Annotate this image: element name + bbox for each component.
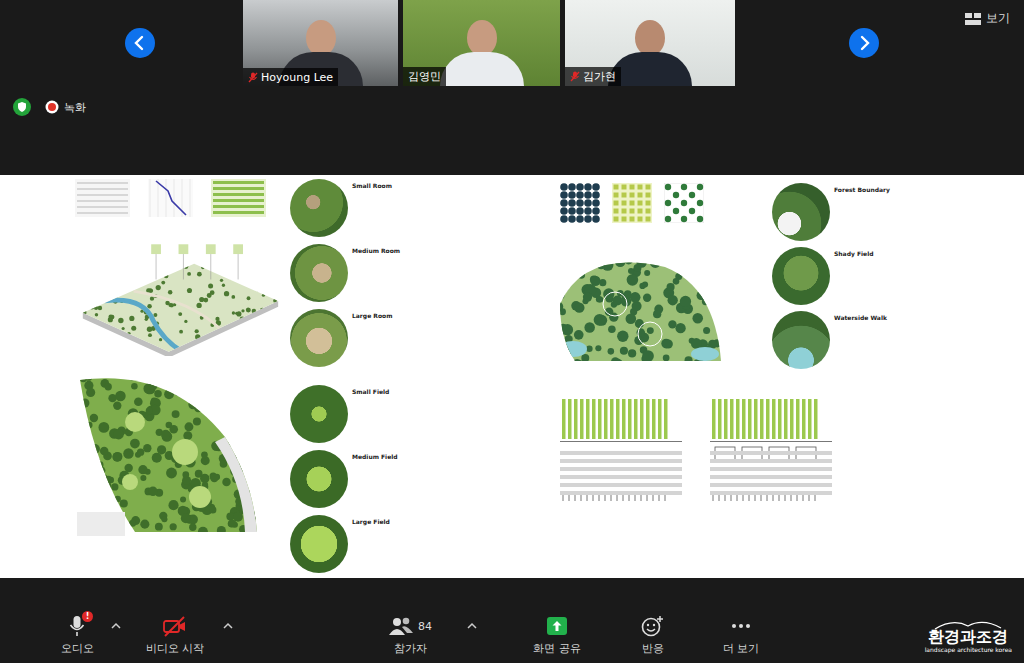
planting-pattern xyxy=(211,179,266,217)
grid-diagram xyxy=(75,179,130,217)
meeting-toolbar: !오디오 비디오 시작 84참가자 화면 공유 반응 더 보기 환경과조경landscape… xyxy=(0,578,1024,663)
reactions-button[interactable]: 반응 xyxy=(623,615,683,656)
forest-plan-drawing xyxy=(75,372,265,542)
participant-name-tag: Hoyoung Lee xyxy=(243,68,338,86)
detail-callout: Shady Field xyxy=(772,247,880,307)
more-button[interactable]: 더 보기 xyxy=(711,615,771,656)
design-board: Forest BoundaryShady FieldWaterside Walk xyxy=(555,179,880,578)
detail-vignette xyxy=(290,385,348,443)
axonometric-site-model xyxy=(75,241,285,356)
detail-callout: Medium Room xyxy=(290,244,400,304)
detail-vignette xyxy=(772,311,830,369)
detail-callout: Medium Field xyxy=(290,450,400,510)
logic-chart xyxy=(148,179,193,217)
detail-vignette xyxy=(290,244,348,302)
record-dot-icon xyxy=(45,100,59,114)
participant-video[interactable]: 김영민 xyxy=(403,0,560,86)
detail-callout: Large Room xyxy=(290,309,400,369)
planting-type-diagram xyxy=(560,183,600,223)
detail-callout: Large Field xyxy=(290,515,400,575)
muted-mic-icon xyxy=(248,72,258,83)
chevron-right-icon xyxy=(849,28,879,58)
participant-name-tag: 김가현 xyxy=(565,67,621,86)
more-dots-icon xyxy=(730,615,752,637)
detail-vignette xyxy=(290,515,348,573)
participant-strip: Hoyoung Lee 김영민 김가현녹화 보기 xyxy=(0,0,1024,175)
video-button[interactable]: 비디오 시작 xyxy=(135,615,215,656)
smiley-add-icon xyxy=(641,615,665,637)
participant-count: 84 xyxy=(418,620,432,633)
previous-page-button[interactable] xyxy=(125,28,155,58)
detail-vignette xyxy=(772,247,830,305)
planting-type-diagram xyxy=(612,183,652,223)
detail-vignette xyxy=(290,309,348,367)
video-camera-off-icon xyxy=(162,615,188,637)
options-caret-button[interactable] xyxy=(465,615,479,637)
chevron-left-icon xyxy=(125,28,155,58)
section-drawing xyxy=(560,395,682,505)
muted-mic-icon xyxy=(570,71,580,82)
alert-badge: ! xyxy=(82,611,93,622)
detail-callout: Small Field xyxy=(290,385,400,445)
participants-button[interactable]: 84참가자 xyxy=(370,615,450,656)
detail-callout: Small Room xyxy=(290,179,400,239)
next-page-button[interactable] xyxy=(849,28,879,58)
participant-video[interactable]: 김가현 xyxy=(565,0,735,86)
detail-vignette xyxy=(290,179,348,237)
audio-button[interactable]: !오디오 xyxy=(45,615,109,656)
detail-vignette xyxy=(290,450,348,508)
view-layout-button[interactable]: 보기 xyxy=(959,6,1016,31)
waterside-plan-drawing xyxy=(555,249,725,369)
shared-screen: Small RoomMedium RoomLarge Room Small Fie… xyxy=(0,175,1024,578)
chevron-up-icon xyxy=(466,621,478,631)
detail-vignette xyxy=(772,183,830,241)
design-board: Small RoomMedium RoomLarge Room Small Fie… xyxy=(75,179,400,578)
chevron-up-icon xyxy=(222,621,234,631)
participant-name-tag: 김영민 xyxy=(403,67,446,86)
chevron-up-icon xyxy=(110,621,122,631)
watermark-logo: 환경과조경landscape architecture korea xyxy=(925,620,1012,653)
share-screen-icon xyxy=(546,615,568,637)
options-caret-button[interactable] xyxy=(221,615,235,637)
detail-callout: Forest Boundary xyxy=(772,183,880,243)
participant-video[interactable]: Hoyoung Lee xyxy=(243,0,398,86)
share-button[interactable]: 화면 공유 xyxy=(522,615,592,656)
encryption-shield-icon[interactable] xyxy=(13,98,31,116)
section-drawing xyxy=(710,395,832,505)
recording-indicator[interactable]: 녹화 xyxy=(45,100,86,115)
options-caret-button[interactable] xyxy=(109,615,123,637)
detail-callout: Waterside Walk xyxy=(772,311,880,371)
planting-type-diagram xyxy=(664,183,704,223)
participants-icon xyxy=(388,615,414,637)
zoom-meeting-window: Hoyoung Lee 김영민 김가현녹화 보기 Small RoomMedium Ro… xyxy=(0,0,1024,663)
gallery-grid-icon xyxy=(965,13,981,25)
